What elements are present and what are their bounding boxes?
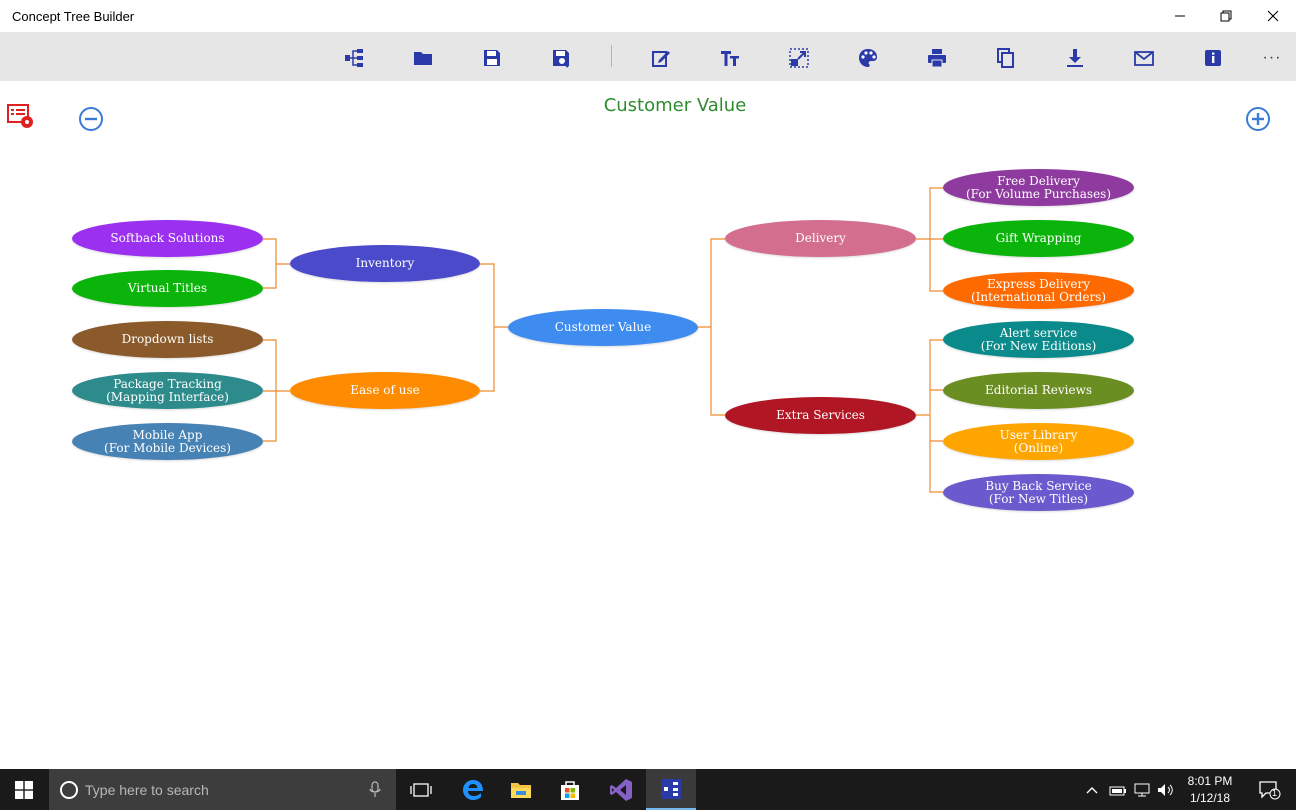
taskbar-search-box[interactable]: Type here to search bbox=[49, 769, 396, 810]
node-label: Package Tracking (Mapping Interface) bbox=[106, 376, 229, 404]
node-label: Extra Services bbox=[776, 408, 865, 422]
node-buy-back-service[interactable]: Buy Back Service (For New Titles) bbox=[943, 474, 1134, 511]
action-center-button[interactable]: 1 bbox=[1250, 769, 1290, 810]
windows-logo-icon bbox=[15, 780, 33, 799]
node-label: Mobile App (For Mobile Devices) bbox=[104, 427, 231, 455]
network-icon bbox=[1134, 783, 1150, 796]
node-label: Delivery bbox=[795, 231, 846, 245]
node-delivery[interactable]: Delivery bbox=[725, 220, 916, 257]
battery-button[interactable] bbox=[1106, 769, 1130, 810]
node-customer-value[interactable]: Customer Value bbox=[508, 309, 698, 346]
node-label: Gift Wrapping bbox=[995, 231, 1082, 245]
node-label: Buy Back Service (For New Titles) bbox=[985, 478, 1092, 506]
edge-button[interactable] bbox=[449, 769, 497, 810]
start-button[interactable] bbox=[0, 769, 48, 810]
search-placeholder: Type here to search bbox=[85, 782, 209, 798]
node-user-library[interactable]: User Library (Online) bbox=[943, 423, 1134, 460]
node-label: Softback Solutions bbox=[110, 231, 225, 245]
node-label: Inventory bbox=[355, 256, 415, 270]
visual-studio-icon bbox=[610, 778, 632, 801]
volume-button[interactable] bbox=[1154, 769, 1178, 810]
notification-count: 1 bbox=[1272, 788, 1278, 798]
node-label: Virtual Titles bbox=[127, 281, 208, 295]
node-label: Ease of use bbox=[350, 383, 420, 397]
node-free-delivery[interactable]: Free Delivery (For Volume Purchases) bbox=[943, 169, 1134, 206]
store-button[interactable] bbox=[546, 769, 594, 810]
battery-icon bbox=[1109, 786, 1126, 795]
node-label: Editorial Reviews bbox=[985, 383, 1092, 397]
task-view-icon bbox=[410, 782, 432, 797]
node-label: Dropdown lists bbox=[121, 332, 214, 346]
node-express-delivery[interactable]: Express Delivery (International Orders) bbox=[943, 272, 1134, 309]
node-softback-solutions[interactable]: Softback Solutions bbox=[72, 220, 263, 257]
edge-browser-icon bbox=[463, 779, 483, 800]
concept-tree-builder-taskbar-button[interactable] bbox=[646, 769, 696, 810]
file-explorer-button[interactable] bbox=[497, 769, 545, 810]
notification-icon bbox=[1259, 780, 1281, 799]
node-editorial-reviews[interactable]: Editorial Reviews bbox=[943, 372, 1134, 409]
node-label: User Library (Online) bbox=[999, 427, 1078, 455]
node-package-tracking[interactable]: Package Tracking (Mapping Interface) bbox=[72, 372, 263, 409]
store-bag-icon bbox=[561, 780, 579, 800]
speaker-icon bbox=[1158, 783, 1173, 796]
task-view-button[interactable] bbox=[397, 769, 445, 810]
node-label: Alert service (For New Editions) bbox=[980, 325, 1097, 353]
visual-studio-button[interactable] bbox=[597, 769, 645, 810]
node-ease-of-use[interactable]: Ease of use bbox=[290, 372, 480, 409]
cortana-icon bbox=[60, 781, 78, 799]
node-label: Free Delivery (For Volume Purchases) bbox=[965, 173, 1112, 201]
show-hidden-icons-button[interactable] bbox=[1082, 769, 1102, 810]
taskbar: Type here to search 8:01 PM 1/12/18 1 bbox=[0, 769, 1296, 810]
folder-icon bbox=[511, 782, 531, 798]
clock-time: 8:01 PM bbox=[1187, 774, 1233, 788]
node-mobile-app[interactable]: Mobile App (For Mobile Devices) bbox=[72, 423, 263, 460]
microphone-icon[interactable] bbox=[369, 781, 381, 799]
node-extra-services[interactable]: Extra Services bbox=[725, 397, 916, 434]
node-virtual-titles[interactable]: Virtual Titles bbox=[72, 270, 263, 307]
taskbar-clock[interactable]: 8:01 PM 1/12/18 bbox=[1180, 773, 1240, 807]
node-gift-wrapping[interactable]: Gift Wrapping bbox=[943, 220, 1134, 257]
clock-date: 1/12/18 bbox=[1189, 791, 1231, 805]
node-dropdown-lists[interactable]: Dropdown lists bbox=[72, 321, 263, 358]
concept-tree-app-icon bbox=[661, 778, 681, 799]
node-alert-service[interactable]: Alert service (For New Editions) bbox=[943, 321, 1134, 358]
chevron-up-icon bbox=[1086, 786, 1098, 793]
node-label: Customer Value bbox=[554, 320, 652, 334]
node-inventory[interactable]: Inventory bbox=[290, 245, 480, 282]
node-label: Express Delivery (International Orders) bbox=[970, 276, 1107, 304]
network-button[interactable] bbox=[1130, 769, 1154, 810]
